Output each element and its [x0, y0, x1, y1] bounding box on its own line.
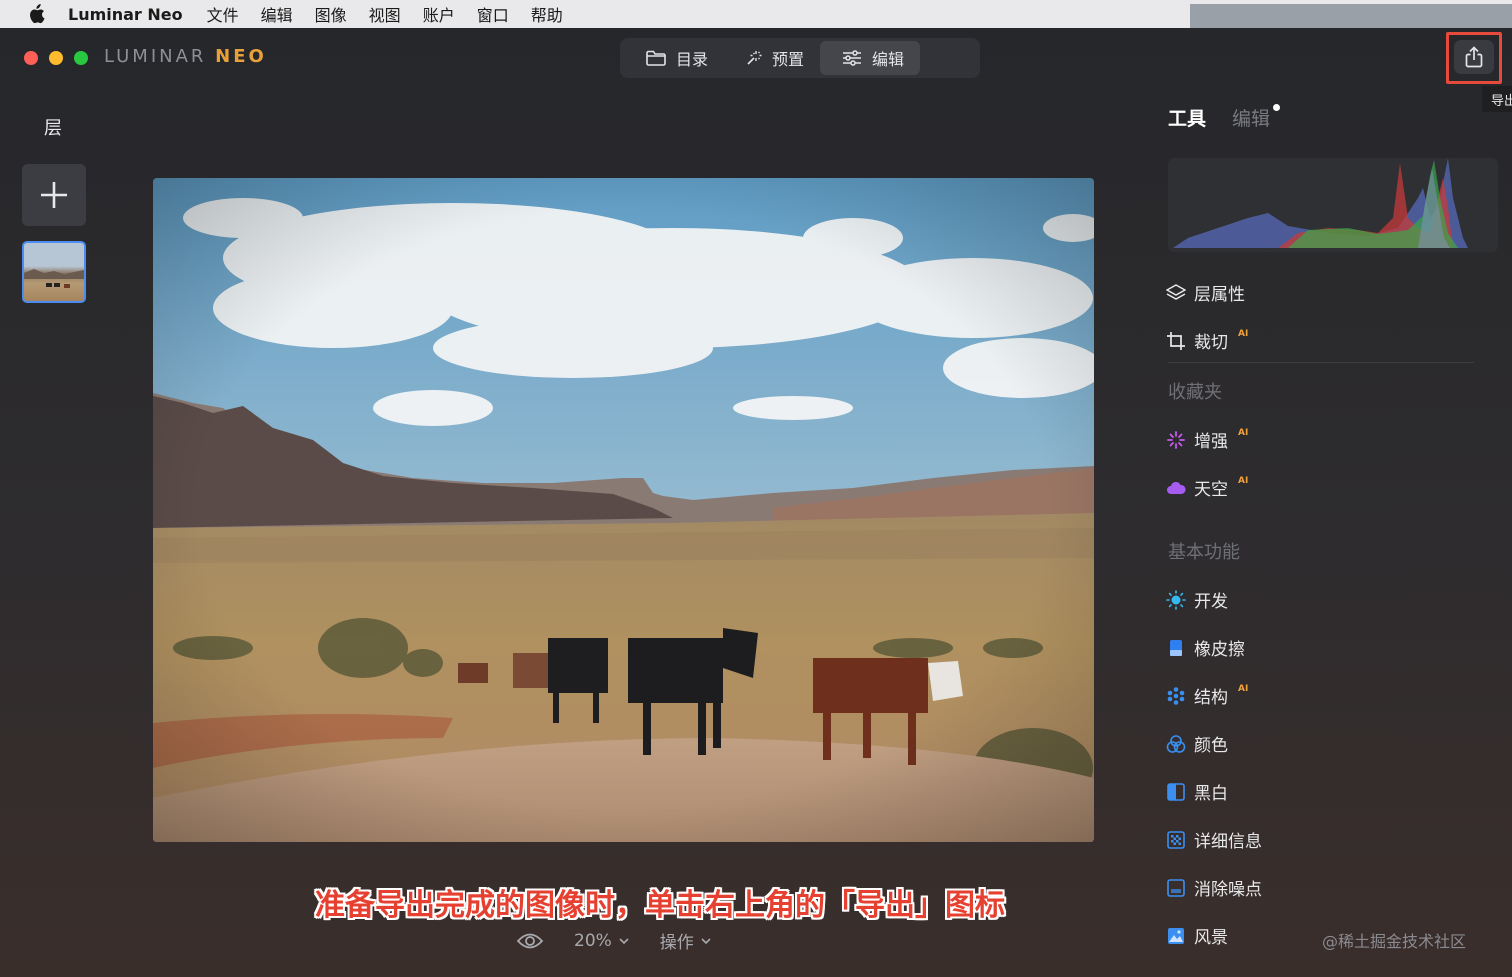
ai-badge: AI: [1238, 427, 1249, 438]
tool-develop[interactable]: 开发: [1166, 587, 1228, 612]
tool-label: 裁切: [1194, 333, 1228, 353]
crop-icon: [1166, 331, 1186, 351]
structure-icon: [1166, 686, 1186, 706]
cloud-icon: [1166, 478, 1186, 498]
export-tooltip: 导出: [1482, 86, 1512, 112]
tool-crop[interactable]: 裁切 AI: [1166, 328, 1248, 353]
minimize-window-button[interactable]: [49, 51, 63, 65]
edits-tab[interactable]: 编辑: [1232, 104, 1281, 131]
ai-badge: AI: [1238, 475, 1249, 486]
plus-icon: [41, 182, 67, 208]
layers-icon: [1166, 283, 1186, 303]
tool-enhance[interactable]: 增强 AI: [1166, 427, 1248, 452]
tool-label: 黑白: [1194, 784, 1228, 804]
edits-indicator-dot: [1273, 104, 1281, 111]
menu-window[interactable]: 窗口: [477, 2, 509, 26]
tool-label: 消除噪点: [1194, 880, 1262, 900]
tool-label: 颜色: [1194, 736, 1228, 756]
menu-help[interactable]: 帮助: [531, 2, 563, 26]
chevron-down-icon: [701, 937, 711, 944]
tool-black-white[interactable]: 黑白: [1166, 779, 1228, 804]
menu-app-name[interactable]: Luminar Neo: [68, 5, 183, 24]
eye-icon: [516, 933, 544, 948]
catalog-tab[interactable]: 目录: [624, 41, 724, 75]
menu-bar: Luminar Neo 文件 编辑 图像 视图 账户 窗口 帮助: [0, 0, 1512, 28]
logo-accent: NEO: [215, 46, 267, 67]
tool-eraser[interactable]: 橡皮擦: [1166, 635, 1245, 660]
bw-icon: [1166, 782, 1186, 802]
layers-title: 层: [44, 118, 62, 139]
edits-tab-label: 编辑: [1232, 108, 1271, 130]
histogram-graph: [1173, 158, 1468, 248]
sparkle-icon: [1166, 430, 1186, 450]
tool-denoise[interactable]: 消除噪点: [1166, 875, 1262, 900]
catalog-label: 目录: [676, 50, 709, 69]
photo-canvas[interactable]: [153, 178, 1094, 842]
sun-icon: [1166, 589, 1186, 610]
apple-menu-icon[interactable]: [24, 4, 48, 24]
tool-details[interactable]: 详细信息: [1166, 827, 1262, 852]
chevron-down-icon: [619, 937, 629, 944]
histogram: [1168, 158, 1498, 252]
bottom-toolbar: 20% 操作: [516, 928, 712, 953]
presets-label: 预置: [772, 50, 805, 69]
tool-layer-properties[interactable]: 层属性: [1166, 280, 1245, 305]
layer-thumbnail-image: [24, 269, 84, 288]
mode-switcher: 目录 预置 编辑: [620, 38, 980, 78]
menu-image[interactable]: 图像: [315, 2, 347, 26]
tool-structure[interactable]: 结构 AI: [1166, 683, 1248, 708]
tool-sky[interactable]: 天空 AI: [1166, 475, 1248, 500]
menubar-status-area: [1190, 4, 1512, 28]
zoom-value: 20%: [574, 930, 612, 951]
actions-dropdown[interactable]: 操作: [660, 928, 712, 953]
ai-badge: AI: [1238, 683, 1249, 694]
sliders-icon: [843, 50, 862, 66]
tool-label: 天空: [1194, 480, 1228, 500]
edit-tab[interactable]: 编辑: [820, 41, 921, 75]
sparkle-wand-icon: [747, 51, 762, 65]
tool-label: 结构: [1194, 688, 1228, 708]
app-logo: LUMINAR NEO: [104, 46, 267, 67]
tool-landscape[interactable]: 风景: [1166, 923, 1228, 948]
app-window: LUMINAR NEO 目录 预置 编辑 导出 层 准备导出完成的图像时，单击右…: [0, 28, 1512, 977]
layer-thumbnail[interactable]: [22, 241, 86, 303]
presets-tab[interactable]: 预置: [724, 41, 820, 75]
close-window-button[interactable]: [24, 51, 38, 65]
tools-tab[interactable]: 工具: [1168, 104, 1206, 131]
cattle-landscape-image: [153, 178, 1094, 842]
folder-icon: [646, 50, 666, 66]
tool-label: 层属性: [1194, 285, 1245, 305]
actions-label: 操作: [659, 933, 694, 953]
eraser-icon: [1166, 638, 1186, 658]
menu-file[interactable]: 文件: [207, 2, 239, 26]
menu-view[interactable]: 视图: [369, 2, 401, 26]
ai-badge: AI: [1238, 328, 1249, 339]
tutorial-caption: 准备导出完成的图像时，单击右上角的「导出」图标: [315, 888, 1005, 923]
zoom-dropdown[interactable]: 20%: [574, 931, 630, 951]
menu-edit[interactable]: 编辑: [261, 2, 293, 26]
tool-label: 开发: [1194, 592, 1228, 612]
tool-label: 风景: [1194, 928, 1228, 948]
zoom-window-button[interactable]: [74, 51, 88, 65]
panel-tabs: 工具 编辑: [1168, 104, 1281, 131]
logo-text: LUMINAR: [104, 46, 207, 67]
tool-label: 增强: [1194, 432, 1228, 452]
essentials-section-title: 基本功能: [1168, 542, 1240, 563]
tool-color[interactable]: 颜色: [1166, 731, 1228, 756]
panel-divider: [1168, 362, 1474, 363]
tool-label: 详细信息: [1194, 832, 1262, 852]
edit-label: 编辑: [872, 50, 905, 69]
add-layer-button[interactable]: [22, 164, 86, 226]
denoise-icon: [1166, 878, 1186, 898]
details-icon: [1166, 830, 1186, 850]
tool-label: 橡皮擦: [1194, 640, 1245, 660]
landscape-icon: [1166, 926, 1186, 946]
compare-toggle[interactable]: [516, 932, 544, 950]
export-highlight-box: [1446, 32, 1502, 84]
menu-account[interactable]: 账户: [423, 2, 455, 26]
watermark: @稀土掘金技术社区: [1322, 932, 1467, 951]
favorites-section-title: 收藏夹: [1168, 382, 1222, 403]
color-icon: [1166, 734, 1186, 754]
